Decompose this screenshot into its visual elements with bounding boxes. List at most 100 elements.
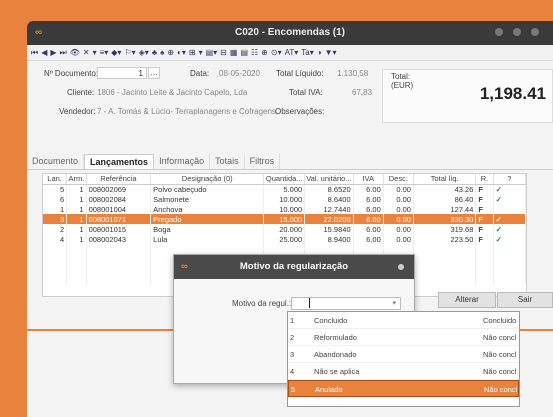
cell-ref [86, 244, 152, 254]
toolbar-icon-9[interactable]: ⚐▾ [124, 46, 135, 60]
toolbar-icon-15[interactable]: ⊞ [189, 46, 196, 60]
dropdown-option[interactable]: 4 Não se aplica Não concl [288, 363, 519, 380]
dropdown-option[interactable]: 5 Anulado Não concl [288, 380, 519, 397]
cell-arm: 1 [66, 184, 87, 194]
toolbar-icon-26[interactable]: ◑ [317, 46, 322, 60]
column-header[interactable]: Total líq. [413, 174, 477, 185]
motivo-dropdown-list[interactable]: 1 Concluido Concluido 2 Reformulado Não concl… [287, 311, 520, 407]
table-row[interactable]: 2 1 008001015 Boga 20.000 15.9840 6.00 0.00 319.… [43, 224, 527, 234]
dropdown-option[interactable]: 1 Concluido Concluido [288, 312, 519, 329]
tab-lancamentos[interactable]: Lançamentos [84, 154, 155, 169]
column-header[interactable]: ? [493, 174, 527, 185]
dialog-close-button[interactable] [398, 264, 404, 270]
column-header[interactable]: Desc. [383, 174, 414, 185]
cell-ref: 008002043 [86, 234, 152, 244]
toolbar-icon-20[interactable]: ▤ [240, 46, 248, 60]
toolbar-icon-12[interactable]: ♠ [160, 46, 164, 60]
toolbar-icon-6[interactable]: ▾ [93, 46, 97, 60]
toolbar-icon-10[interactable]: ◈▾ [139, 46, 149, 60]
cell-lan: 4 [43, 234, 68, 244]
toolbar-icon-1[interactable]: ◀ [41, 46, 47, 60]
cell-f [475, 264, 494, 274]
cell-qtd: 5.000 [263, 184, 306, 194]
toolbar-icon-0[interactable]: ⏮ [31, 46, 38, 60]
cell-ck [493, 244, 527, 254]
toolbar-icon-13[interactable]: ⊕ [167, 46, 174, 60]
cell-val: 8.9400 [304, 234, 354, 244]
column-header[interactable]: Quantida... [263, 174, 306, 185]
toolbar-icon-17[interactable]: ▤▾ [206, 46, 218, 60]
sair-button[interactable]: Sair [497, 292, 553, 308]
doc-lookup-button[interactable]: … [148, 67, 160, 79]
tab-informacao[interactable]: Informação [154, 154, 211, 169]
close-button[interactable] [531, 28, 539, 36]
cell-iva: 6.00 [353, 214, 384, 224]
toolbar-icon-24[interactable]: AT▾ [285, 46, 299, 60]
motivo-select[interactable]: ▾ [291, 297, 401, 310]
cell-val: 12.7440 [304, 204, 354, 214]
dropdown-option[interactable]: 2 Reformulado Não concl [288, 329, 519, 346]
vendedor-value[interactable]: 7 - A. Tomás & Lúcio- Terraplanagens e C… [97, 107, 278, 116]
dialog-title: Motivo da regularização [239, 261, 349, 272]
table-row[interactable]: 3 1 008001071 Pregado 15.000 22.0200 6.00 0.00 3… [43, 214, 527, 224]
dialog-title-bar: ∞ Motivo da regularização [174, 255, 414, 279]
table-row[interactable]: 4 1 008002043 Lula 25.000 8.9400 6.00 0.00 223.5… [43, 234, 527, 244]
cell-tot: 86.40 [413, 194, 477, 204]
toolbar-icon-25[interactable]: Ta▾ [301, 46, 313, 60]
table-row[interactable]: 1 1 008001004 Anchova 10.000 12.7440 6.00 0.00 1… [43, 204, 527, 214]
table-row[interactable]: 5 1 008002069 Polvo cabeçudo 5.000 8.6520 6.00… [43, 184, 527, 194]
column-header[interactable]: Val. unitário... [304, 174, 354, 185]
date-label: Data: [190, 69, 210, 78]
table-row[interactable] [43, 244, 527, 254]
toolbar-icon-22[interactable]: ⊕ [261, 46, 268, 60]
cell-tot [413, 254, 477, 264]
dropdown-option[interactable]: 3 Abandonado Não concl [288, 346, 519, 363]
cell-des: Lula [150, 234, 265, 244]
doc-number-field[interactable]: 1 [97, 67, 147, 79]
toolbar-icon-23[interactable]: ⊙▾ [271, 46, 282, 60]
tab-filtros[interactable]: Filtros [245, 154, 281, 169]
toolbar-icon-4[interactable]: 👁 [70, 46, 80, 60]
toolbar-icon-14[interactable]: ◐▾ [177, 46, 186, 60]
date-value[interactable]: 08-05-2020 [219, 69, 260, 78]
column-header[interactable]: Referência [86, 174, 152, 185]
toolbar-icon-8[interactable]: ◆▾ [111, 46, 121, 60]
column-header[interactable]: Lan. [43, 174, 68, 185]
cell-lan: 1 [43, 204, 68, 214]
cell-f: F [475, 194, 494, 204]
document-header: Nº Documento: 1 … Data: 08-05-2020 Total… [27, 63, 553, 149]
cell-lan [43, 264, 68, 274]
column-header[interactable]: Designação (0) [150, 174, 265, 185]
option-code: 2 [290, 333, 295, 342]
toolbar-icon-16[interactable]: ▾ [199, 46, 203, 60]
cell-f: F [475, 234, 494, 244]
cell-arm [66, 274, 87, 284]
toolbar-icon-27[interactable]: ▼▾ [325, 46, 337, 60]
toolbar-icon-7[interactable]: ≡▾ [100, 46, 109, 60]
total-currency: (EUR) [391, 81, 414, 90]
chevron-down-icon[interactable]: ▾ [392, 299, 396, 307]
toolbar-icon-19[interactable]: ▦ [230, 46, 238, 60]
toolbar-icon-3[interactable]: ⏭ [60, 46, 67, 60]
cliente-value[interactable]: 1806 - Jacinto Leite & Jacinto Capelo, L… [97, 88, 247, 97]
toolbar-icon-18[interactable]: ⊟ [220, 46, 227, 60]
observacoes-label: Observações: [275, 107, 325, 116]
column-header[interactable]: R. [475, 174, 494, 185]
toolbar-icon-2[interactable]: ▶ [50, 46, 56, 60]
toolbar-icon-21[interactable]: ☷ [251, 46, 258, 60]
cell-ref [86, 274, 152, 284]
alterar-button[interactable]: Alterar [438, 292, 496, 308]
column-header[interactable]: IVA [353, 174, 384, 185]
option-status: Não concl [484, 385, 518, 394]
cell-des: Pregado [150, 214, 265, 224]
column-header[interactable]: Arm. [66, 174, 87, 185]
table-row[interactable]: 6 1 008002084 Salmonete 10.000 8.6400 6.00 0.00… [43, 194, 527, 204]
tab-totais[interactable]: Totais [210, 154, 245, 169]
toolbar-icon-11[interactable]: ♣ [152, 46, 157, 60]
tab-documento[interactable]: Documento [27, 154, 85, 169]
maximize-button[interactable] [513, 28, 521, 36]
toolbar-icon-5[interactable]: ✕ [83, 46, 90, 60]
minimize-button[interactable] [495, 28, 503, 36]
cell-ref: 008002084 [86, 194, 152, 204]
cell-iva: 6.00 [353, 224, 384, 234]
